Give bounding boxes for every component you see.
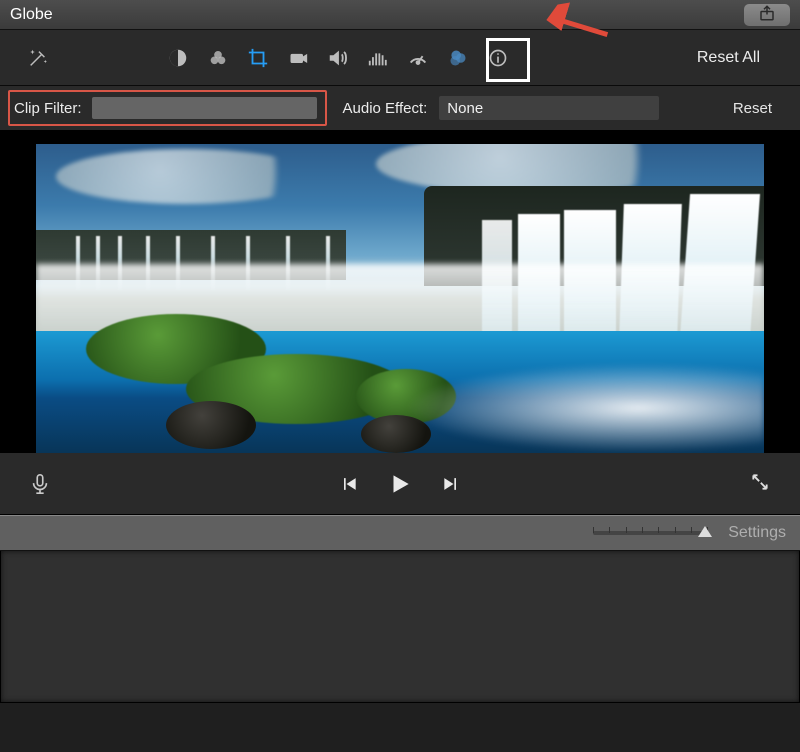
color-balance-button[interactable] — [158, 38, 198, 78]
reset-all-button[interactable]: Reset All — [697, 49, 760, 67]
share-button[interactable] — [744, 4, 790, 26]
voiceover-button[interactable] — [20, 473, 60, 495]
speed-button[interactable] — [398, 38, 438, 78]
volume-button[interactable] — [318, 38, 358, 78]
reset-button[interactable]: Reset — [733, 100, 772, 117]
share-icon — [758, 4, 776, 25]
video-preview[interactable] — [36, 144, 764, 453]
audio-effect-label: Audio Effect: — [343, 100, 428, 117]
zoom-thumb-icon[interactable] — [698, 526, 712, 537]
timeline[interactable] — [0, 551, 800, 703]
crop-button[interactable] — [238, 38, 278, 78]
inspector-toolbar: Reset All — [0, 30, 800, 86]
timeline-settings-button[interactable]: Settings — [728, 524, 786, 542]
skip-forward-button[interactable] — [441, 474, 461, 494]
fullscreen-button[interactable] — [750, 472, 770, 495]
info-button[interactable] — [478, 38, 518, 78]
title-bar: Globe — [0, 0, 800, 30]
color-correction-button[interactable] — [198, 38, 238, 78]
timeline-header: Settings — [0, 515, 800, 551]
audio-effect-value: None — [447, 100, 483, 117]
clip-filter-effects-button[interactable] — [438, 38, 478, 78]
clip-filter-group: Clip Filter: — [8, 90, 327, 126]
clip-filter-field[interactable] — [92, 97, 317, 119]
clip-filter-bar: Clip Filter: Audio Effect: None Reset — [0, 86, 800, 130]
playback-controls — [0, 453, 800, 515]
auto-enhance-button[interactable] — [18, 38, 58, 78]
skip-back-button[interactable] — [339, 474, 359, 494]
document-title: Globe — [10, 6, 53, 24]
stabilization-button[interactable] — [278, 38, 318, 78]
preview-area — [0, 130, 800, 453]
clip-filter-label: Clip Filter: — [14, 100, 82, 117]
transport-controls — [339, 471, 461, 497]
zoom-slider[interactable] — [593, 531, 708, 535]
play-button[interactable] — [387, 471, 413, 497]
audio-effect-select[interactable]: None — [439, 96, 659, 120]
noise-eq-button[interactable] — [358, 38, 398, 78]
